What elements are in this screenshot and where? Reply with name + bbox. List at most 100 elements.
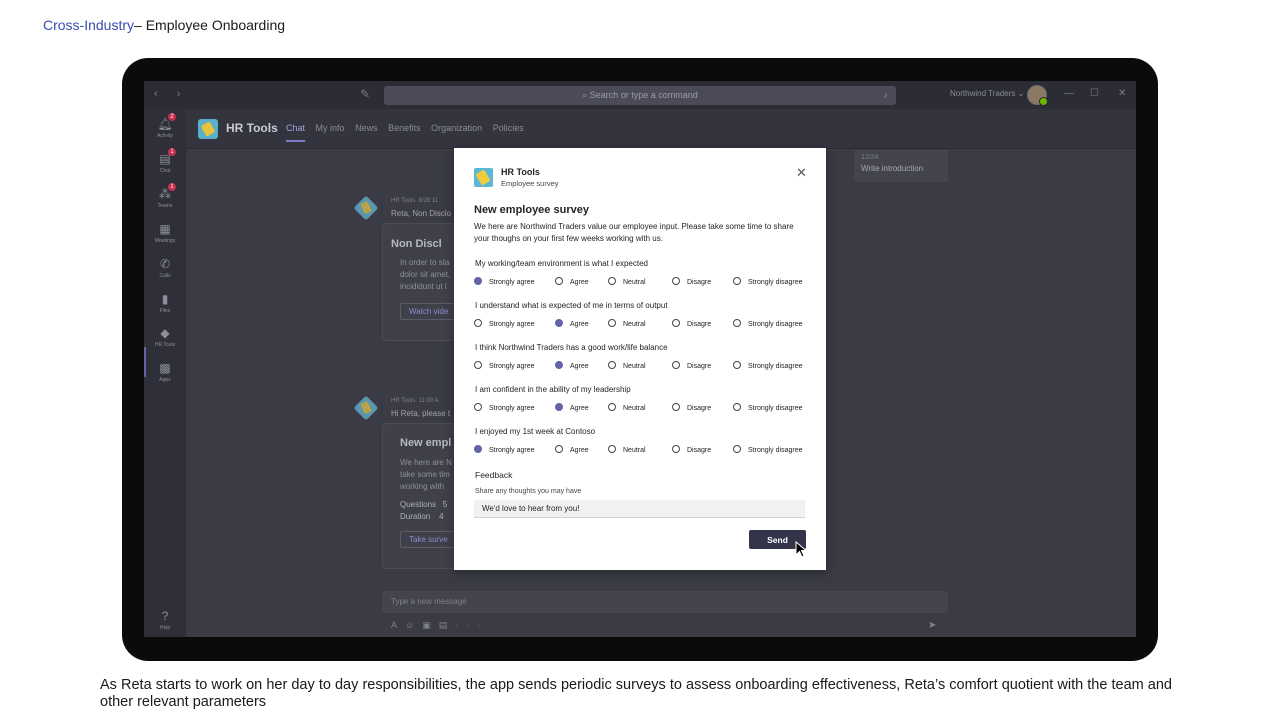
radio-label: Strongly agree [489, 321, 535, 328]
app-rail: 🔔︎ 2 Activity ▤ 1 Chat ⁂ 1 Teams ▦ Meetings ✆ Ca… [144, 109, 186, 637]
question-4: I am confident in the ability of my lead… [475, 385, 631, 394]
radio-label: Strongly agree [489, 363, 535, 370]
hr-tools-logo-icon [198, 119, 218, 139]
radio-option[interactable]: Disagre [672, 319, 712, 329]
radio-option[interactable]: Strongly disagree [733, 277, 802, 287]
rail-item-calls[interactable]: ✆ Calls [144, 257, 186, 279]
radio-option[interactable]: Disagre [672, 361, 712, 371]
compose-box[interactable]: Type a new message [382, 591, 948, 613]
radio-button-icon [733, 361, 741, 370]
radio-option[interactable]: Strongly disagree [733, 445, 802, 455]
rail-item-help[interactable]: ? Help [144, 609, 186, 631]
rail-item-hr-tools[interactable]: ◆ HR Tools [144, 326, 186, 348]
question-2: I understand what is expected of me in t… [475, 301, 668, 310]
new-chat-icon[interactable]: ✎ [360, 87, 370, 101]
send-icon[interactable]: ➤ [928, 620, 936, 631]
radio-option[interactable]: Agree [555, 319, 589, 329]
radio-label: Disagre [687, 405, 712, 412]
close-icon[interactable]: ✕ [796, 165, 807, 181]
radio-option[interactable]: Strongly agree [474, 445, 535, 455]
rail-item-files[interactable]: ▮ Files [144, 292, 186, 314]
header-title: – Employee Onboarding [134, 17, 286, 33]
org-switcher[interactable]: Northwind Traders ⌄ [950, 89, 1024, 98]
microphone-icon[interactable]: ♪ [884, 86, 889, 105]
radio-button-icon [672, 403, 680, 412]
radio-option[interactable]: Neutral [608, 403, 646, 413]
radio-option[interactable]: Strongly agree [474, 319, 535, 329]
task-card[interactable]: 12/24 Write introduction [854, 150, 948, 182]
search-box[interactable]: ⌕ Search or type a command ♪ [384, 86, 896, 105]
question-1: My working/team environment is what I ex… [475, 259, 648, 268]
close-window-icon[interactable]: ✕ [1118, 88, 1126, 99]
radio-option[interactable]: Disagre [672, 403, 712, 413]
options-4: Strongly agree Agree Neutral Disagre Strongl… [474, 403, 814, 414]
feedback-input[interactable] [474, 500, 805, 518]
radio-option[interactable]: Agree [555, 361, 589, 371]
take-survey-button[interactable]: Take surve [400, 531, 460, 548]
radio-option[interactable]: Agree [555, 403, 589, 413]
question-5: I enjoyed my 1st week at Contoso [475, 427, 596, 436]
radio-option[interactable]: Neutral [608, 319, 646, 329]
search-icon: ⌕ [582, 90, 590, 100]
radio-label: Disagre [687, 363, 712, 370]
rail-item-teams[interactable]: ⁂ 1 Teams [144, 183, 186, 209]
bot-avatar-icon [355, 397, 377, 419]
rail-item-chat[interactable]: ▤ 1 Chat [144, 148, 186, 174]
radio-option[interactable]: Agree [555, 445, 589, 455]
radio-option[interactable]: Strongly disagree [733, 361, 802, 371]
radio-option[interactable]: Strongly agree [474, 277, 535, 287]
tab-benefits[interactable]: Benefits [388, 123, 421, 133]
radio-option[interactable]: Strongly disagree [733, 403, 802, 413]
radio-button-icon [555, 361, 563, 370]
watch-video-button[interactable]: Watch vide [400, 303, 460, 320]
radio-option[interactable]: Disagre [672, 277, 711, 287]
radio-label: Agree [570, 447, 589, 454]
avatar[interactable] [1027, 85, 1048, 106]
tab-news[interactable]: News [355, 123, 378, 133]
fact-row: Questions 5 [400, 500, 448, 509]
radio-option[interactable]: Neutral [608, 445, 646, 455]
options-5: Strongly agree Agree Neutral Disagre Strongl… [474, 445, 814, 456]
radio-button-icon [474, 277, 482, 286]
tab-my-info[interactable]: My info [316, 123, 345, 133]
radio-button-icon [672, 445, 680, 454]
radio-option[interactable]: Neutral [608, 361, 646, 371]
radio-label: Disagre [687, 447, 712, 454]
message-meta: HR Tools 11:00 A [391, 398, 439, 404]
app-title: HR Tools [226, 121, 278, 135]
options-3: Strongly agree Agree Neutral Disagre Strongl… [474, 361, 814, 372]
radio-button-icon [733, 277, 741, 286]
tab-chat[interactable]: Chat [286, 123, 306, 142]
radio-label: Disagre [687, 321, 712, 328]
rail-item-apps[interactable]: ▩ Apps [144, 361, 186, 383]
radio-button-icon [672, 319, 680, 328]
radio-button-icon [608, 319, 616, 328]
radio-option[interactable]: Disagre [672, 445, 712, 455]
teams-badge: 1 [168, 183, 176, 191]
radio-option[interactable]: Strongly agree [474, 361, 535, 371]
apps-icon: ▩ [159, 361, 171, 375]
tab-policies[interactable]: Policies [493, 123, 524, 133]
radio-button-icon [672, 361, 680, 370]
radio-option[interactable]: Neutral [608, 277, 646, 287]
dialog-app-name: HR Tools [501, 167, 540, 177]
radio-option[interactable]: Agree [555, 277, 589, 287]
radio-button-icon [474, 445, 482, 454]
radio-button-icon [733, 403, 741, 412]
tab-organization[interactable]: Organization [431, 123, 482, 133]
compose-toolbar[interactable]: A☺▣▤··· [391, 620, 488, 631]
maximize-icon[interactable]: ☐ [1090, 88, 1099, 99]
radio-option[interactable]: Strongly disagree [733, 319, 802, 329]
radio-option[interactable]: Strongly agree [474, 403, 535, 413]
radio-label: Agree [570, 405, 589, 412]
radio-button-icon [474, 403, 482, 412]
rail-item-meetings[interactable]: ▦ Meetings [144, 222, 186, 244]
rail-item-activity[interactable]: 🔔︎ 2 Activity [144, 113, 186, 139]
files-icon: ▮ [161, 292, 169, 306]
radio-label: Agree [570, 321, 589, 328]
minimize-icon[interactable]: — [1064, 88, 1074, 99]
radio-label: Strongly agree [489, 405, 535, 412]
nav-arrows-icon[interactable]: ‹ › [154, 88, 188, 100]
org-name: Northwind Traders [950, 89, 1016, 98]
radio-button-icon [608, 445, 616, 454]
